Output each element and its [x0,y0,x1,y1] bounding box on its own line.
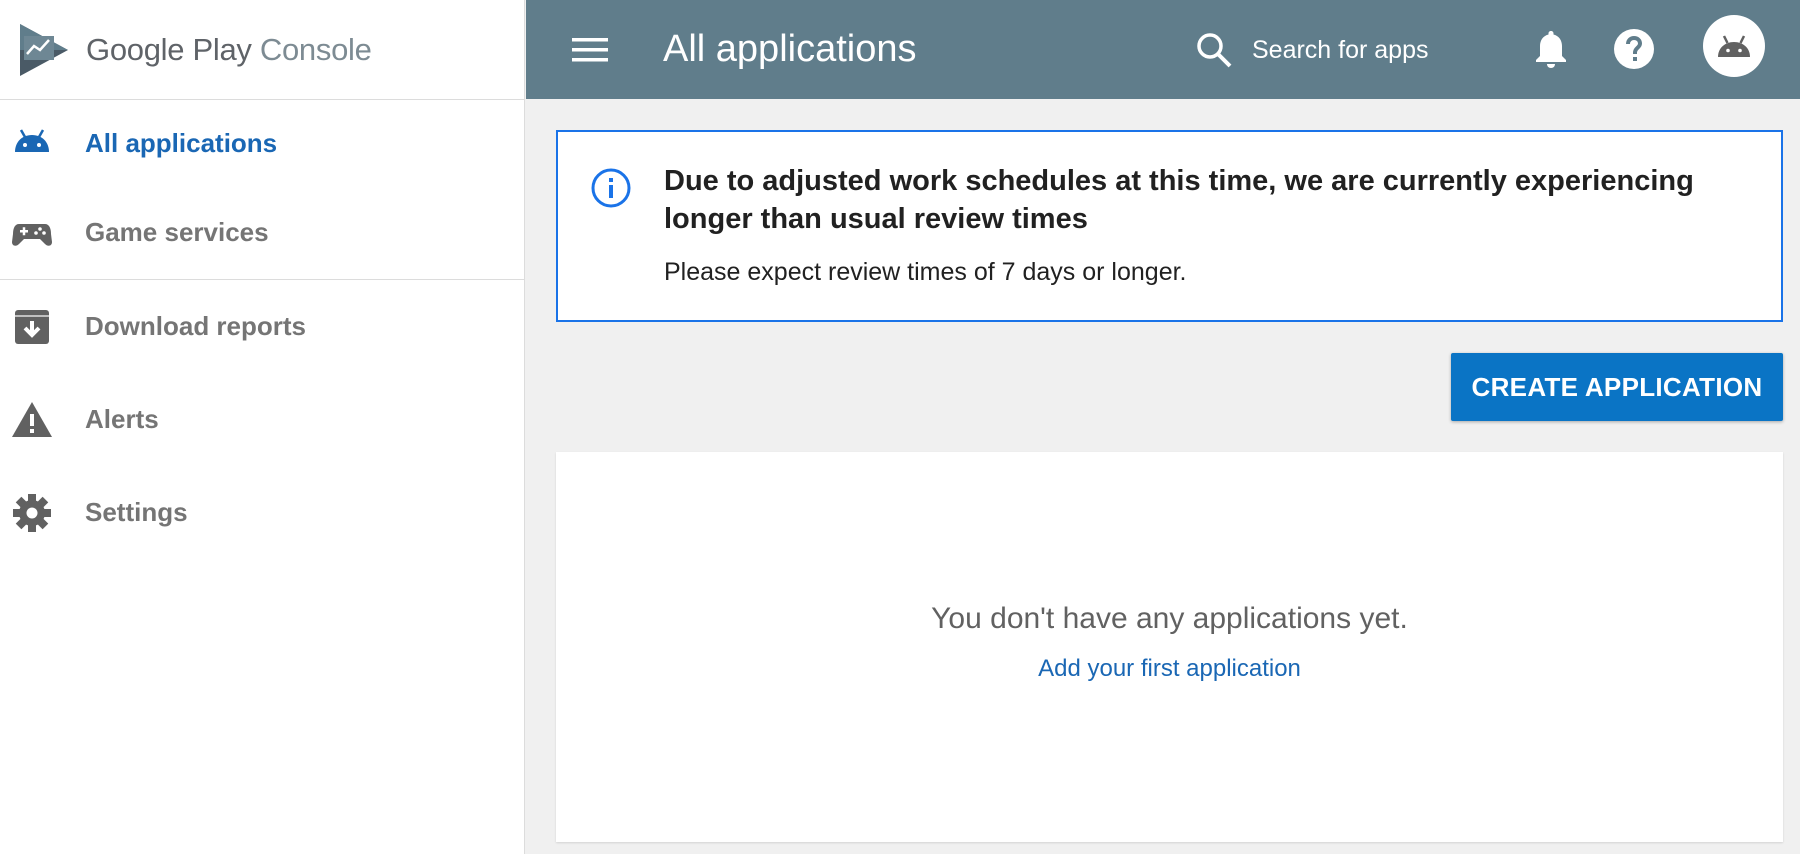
play-console-logo-icon [20,23,68,76]
bell-icon [1536,31,1566,68]
help-icon [1614,29,1654,69]
help-button[interactable] [1609,24,1659,74]
sidebar-item-label: Alerts [85,404,159,434]
sidebar-item-label: Game services [85,217,269,247]
notice-body: Please expect review times of 7 days or … [664,258,1187,286]
top-app-bar: All applications [526,0,1800,99]
sidebar-item-settings[interactable]: Settings [0,466,524,559]
sidebar-item-label: Settings [85,497,188,527]
sidebar-item-download-reports[interactable]: Download reports [0,280,524,373]
create-application-button[interactable]: CREATE APPLICATION [1451,353,1783,421]
menu-icon [572,37,608,61]
applications-empty-card: You don't have any applications yet. Add… [556,452,1783,842]
menu-button[interactable] [570,30,610,70]
brand-name-sub: Console [251,31,372,67]
nav-group-primary: All applications Game services [0,100,524,280]
search-icon [1197,33,1232,68]
sidebar-item-label: Download reports [85,311,307,341]
gamepad-icon [11,212,53,254]
sidebar-item-alerts[interactable]: Alerts [0,373,524,466]
brand-name: Google Play Console [86,32,372,68]
brand-name-main: Google Play [86,31,252,67]
sidebar-item-game-services[interactable]: Game services [0,186,524,279]
gear-icon [11,492,53,534]
info-icon [591,168,631,208]
sidebar-item-label: All applications [85,127,278,158]
search-box[interactable] [1194,22,1452,78]
notice-title: Due to adjusted work schedules at this t… [664,165,1694,235]
sidebar: Google Play Console All applications Gam… [0,0,525,854]
empty-state-message: You don't have any applications yet. [931,602,1408,635]
avatar-android-icon [1718,35,1750,57]
android-icon [11,122,53,164]
brand-header[interactable]: Google Play Console [0,0,524,100]
add-first-application-link[interactable]: Add your first application [556,655,1783,683]
search-input[interactable] [1252,35,1452,65]
sidebar-item-all-applications[interactable]: All applications [0,100,524,186]
warning-icon [11,399,53,441]
page-title: All applications [663,28,917,70]
account-avatar[interactable] [1703,15,1765,77]
review-times-notice: Due to adjusted work schedules at this t… [556,130,1783,322]
download-box-icon [11,306,53,348]
notifications-button[interactable] [1526,24,1576,74]
